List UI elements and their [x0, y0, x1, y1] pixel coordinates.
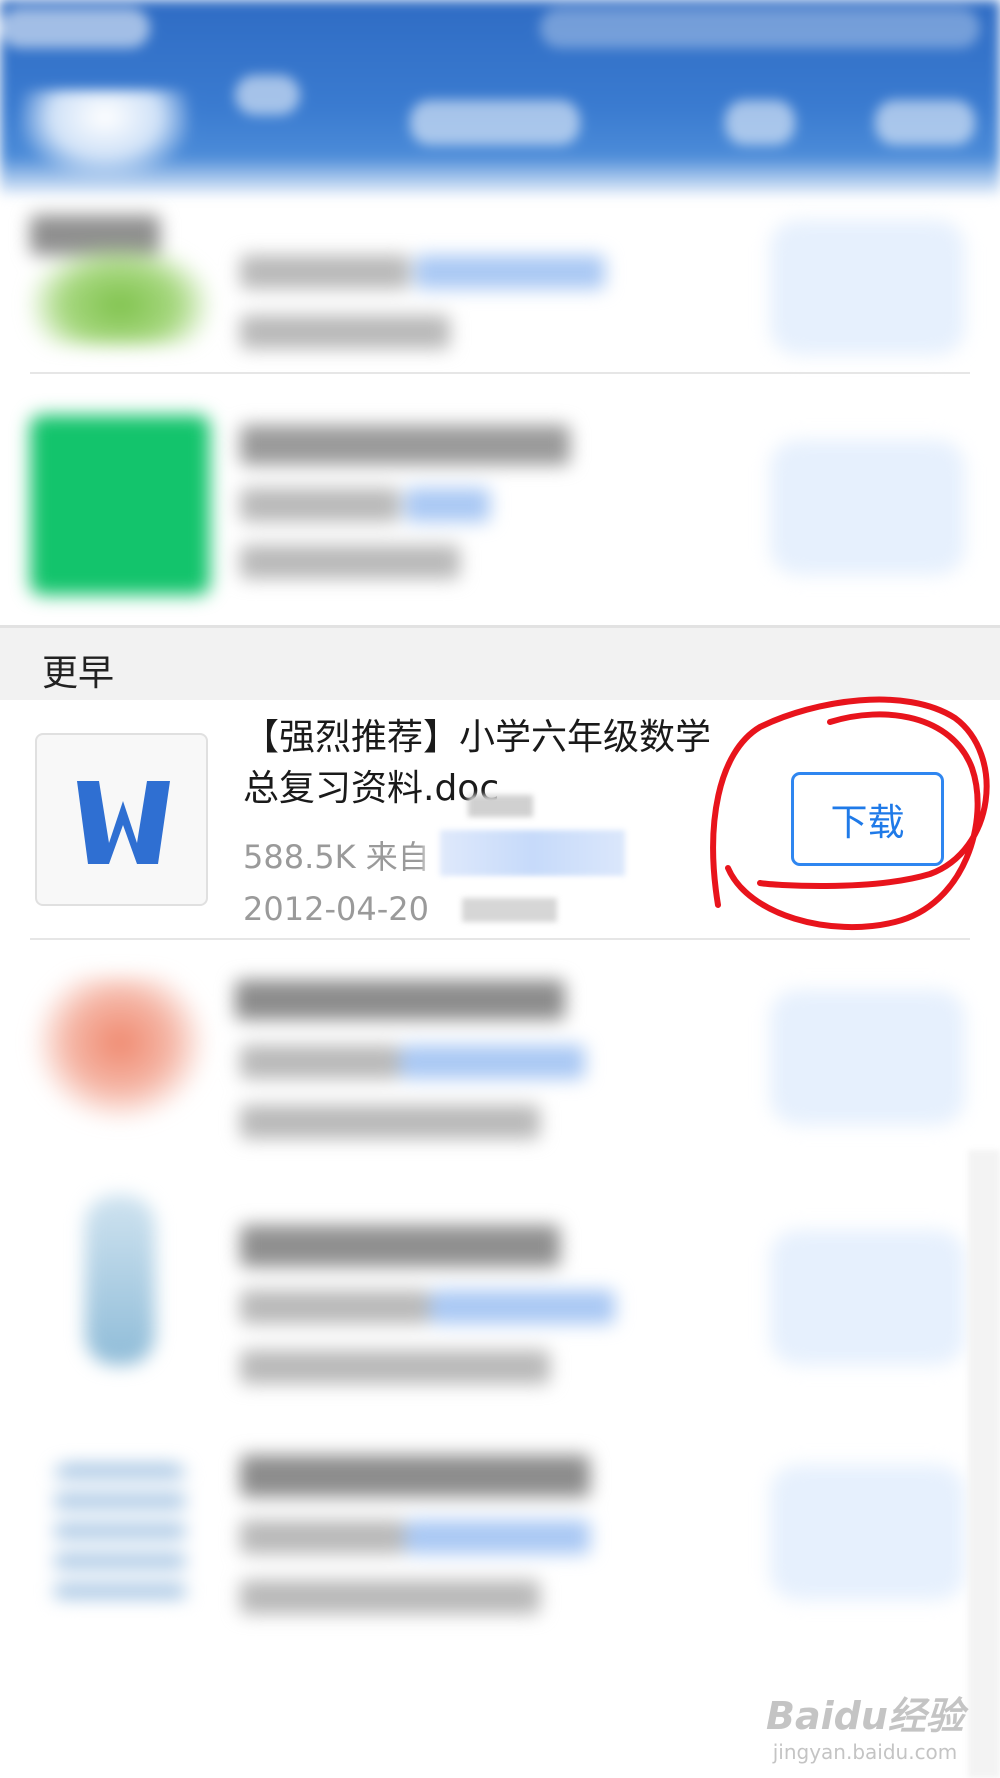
list-item[interactable]	[0, 955, 1000, 1155]
header-tab-4[interactable]	[875, 100, 975, 145]
header-tab-3[interactable]	[725, 100, 795, 145]
blurred-link	[430, 1290, 615, 1324]
blur-mask	[468, 795, 533, 817]
blurred-text	[240, 1225, 560, 1267]
app-header	[0, 0, 1000, 195]
watermark-url: jingyan.baidu.com	[772, 1740, 958, 1764]
blurred-text	[235, 980, 565, 1020]
status-bar-right	[540, 8, 980, 48]
blurred-text	[240, 425, 570, 465]
download-button[interactable]	[770, 1230, 965, 1365]
blurred-link	[400, 1045, 585, 1079]
document-size-source: 588.5K 来自	[243, 838, 430, 876]
blur-mask	[462, 898, 557, 922]
blurred-text	[240, 1105, 540, 1139]
watermark-logo: Baidu经验	[766, 1694, 964, 1738]
blurred-text	[240, 1045, 400, 1079]
download-button[interactable]: 下载	[791, 772, 944, 866]
document-title-line-1: 【强烈推荐】小学六年级数学	[243, 717, 712, 758]
divider	[30, 372, 970, 374]
blurred-text	[240, 1290, 430, 1324]
app-icon	[55, 1465, 185, 1605]
header-tab-2[interactable]	[410, 100, 580, 145]
blurred-link	[405, 1520, 590, 1554]
baidu-jingyan-watermark: Baidu经验 jingyan.baidu.com	[765, 1685, 965, 1764]
document-date: 2012-04-20	[243, 890, 429, 928]
section-header: 更早	[0, 625, 1000, 700]
header-illustration	[20, 90, 190, 180]
blurred-link	[405, 488, 490, 522]
status-bar-left	[0, 8, 150, 48]
scrollbar[interactable]	[968, 1150, 1000, 1778]
app-icon	[30, 975, 210, 1125]
list-item[interactable]	[0, 1430, 1000, 1660]
blurred-text	[240, 255, 410, 289]
blurred-text	[240, 315, 450, 349]
header-tab-1[interactable]	[235, 75, 300, 115]
list-item[interactable]	[0, 200, 1000, 370]
blurred-text	[240, 1580, 540, 1614]
source-link-blurred[interactable]	[440, 830, 625, 876]
blurred-text	[240, 1520, 405, 1554]
section-title: 更早	[42, 653, 115, 694]
word-document-icon	[35, 733, 208, 906]
blurred-text	[240, 1455, 590, 1497]
list-item[interactable]	[0, 1185, 1000, 1415]
divider	[30, 938, 970, 940]
list-item[interactable]	[0, 395, 1000, 615]
download-button[interactable]	[770, 990, 965, 1125]
blurred-link	[415, 255, 605, 289]
blurred-text	[240, 545, 460, 579]
app-icon	[85, 1195, 155, 1365]
blurred-text	[240, 488, 400, 522]
app-icon	[30, 245, 210, 345]
download-button[interactable]	[770, 220, 965, 355]
download-button[interactable]	[770, 1465, 965, 1600]
app-icon	[30, 415, 210, 595]
blurred-text	[240, 1350, 550, 1384]
download-button[interactable]	[770, 440, 965, 575]
